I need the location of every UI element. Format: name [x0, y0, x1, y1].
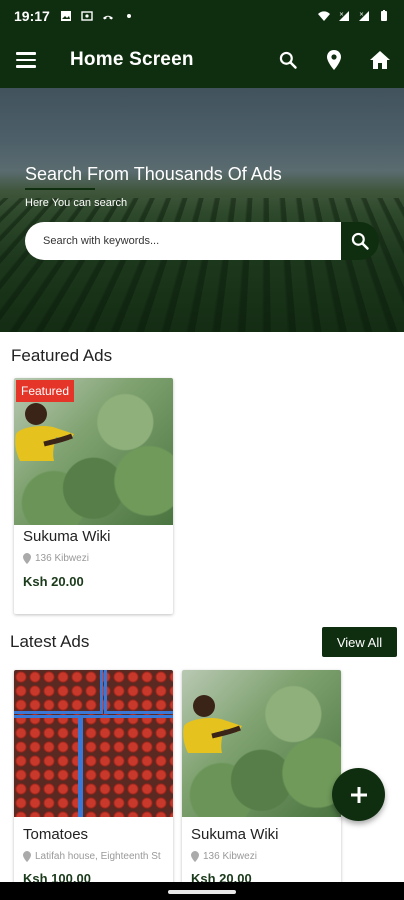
ad-title: Sukuma Wiki: [191, 826, 279, 843]
ad-image: [14, 670, 173, 817]
status-bar: 19:17 × ×: [0, 0, 404, 32]
featured-ad-card[interactable]: Featured Sukuma Wiki 136 Kibwezi Ksh 20.…: [14, 378, 173, 614]
view-all-button[interactable]: View All: [322, 627, 397, 657]
search-input[interactable]: [25, 222, 341, 260]
home-icon[interactable]: [368, 48, 392, 72]
ad-location: 136 Kibwezi: [191, 851, 257, 862]
cast-icon: [81, 11, 93, 21]
ad-location: 136 Kibwezi: [23, 553, 89, 564]
ad-title: Sukuma Wiki: [23, 528, 111, 545]
latest-ads-title: Latest Ads: [10, 632, 90, 651]
wifi-icon: [318, 11, 330, 21]
dot-icon: [126, 14, 131, 18]
hero-subtitle: Here You can search: [25, 197, 128, 209]
featured-ads-title: Featured Ads: [11, 346, 113, 365]
ad-title: Tomatoes: [23, 826, 89, 843]
ad-location-text: Latifah house, Eighteenth St: [35, 851, 161, 862]
ad-location-text: 136 Kibwezi: [35, 553, 89, 564]
add-ad-button[interactable]: [332, 768, 385, 821]
location-pin-icon: [23, 851, 31, 862]
search-button[interactable]: [341, 222, 379, 260]
latest-ad-card[interactable]: Tomatoes Latifah house, Eighteenth St Ks…: [14, 670, 173, 900]
location-pin-icon[interactable]: [322, 48, 346, 72]
search-icon[interactable]: [276, 48, 300, 72]
battery-icon: [381, 10, 387, 21]
hero-title-underline: [25, 188, 95, 190]
app-bar: Home Screen: [0, 32, 404, 88]
latest-ad-card[interactable]: Sukuma Wiki 136 Kibwezi Ksh 20.00: [182, 670, 341, 900]
missed-call-icon: [102, 15, 113, 20]
location-pin-icon: [191, 851, 199, 862]
page-title: Home Screen: [70, 49, 194, 70]
svg-text:×: ×: [359, 11, 364, 18]
plus-icon: [350, 786, 367, 803]
signal-icon: ×: [359, 11, 369, 21]
gesture-handle[interactable]: [168, 890, 236, 894]
ad-image: [182, 670, 341, 817]
hero-banner: Search From Thousands Of Ads Here You ca…: [0, 88, 404, 332]
image-icon: [60, 11, 71, 21]
ad-location-text: 136 Kibwezi: [203, 851, 257, 862]
featured-badge: Featured: [16, 380, 75, 402]
ad-image: Featured: [14, 378, 173, 525]
hamburger-menu-icon[interactable]: [16, 48, 40, 72]
search-icon: [351, 232, 369, 250]
svg-text:×: ×: [339, 11, 344, 18]
ad-price: Ksh 20.00: [23, 574, 84, 589]
signal-icon: ×: [339, 11, 349, 21]
search-bar: [25, 222, 379, 260]
ad-location: Latifah house, Eighteenth St: [23, 851, 161, 862]
hero-title: Search From Thousands Of Ads: [25, 164, 282, 184]
status-time: 19:17: [14, 8, 50, 24]
location-pin-icon: [23, 553, 31, 564]
